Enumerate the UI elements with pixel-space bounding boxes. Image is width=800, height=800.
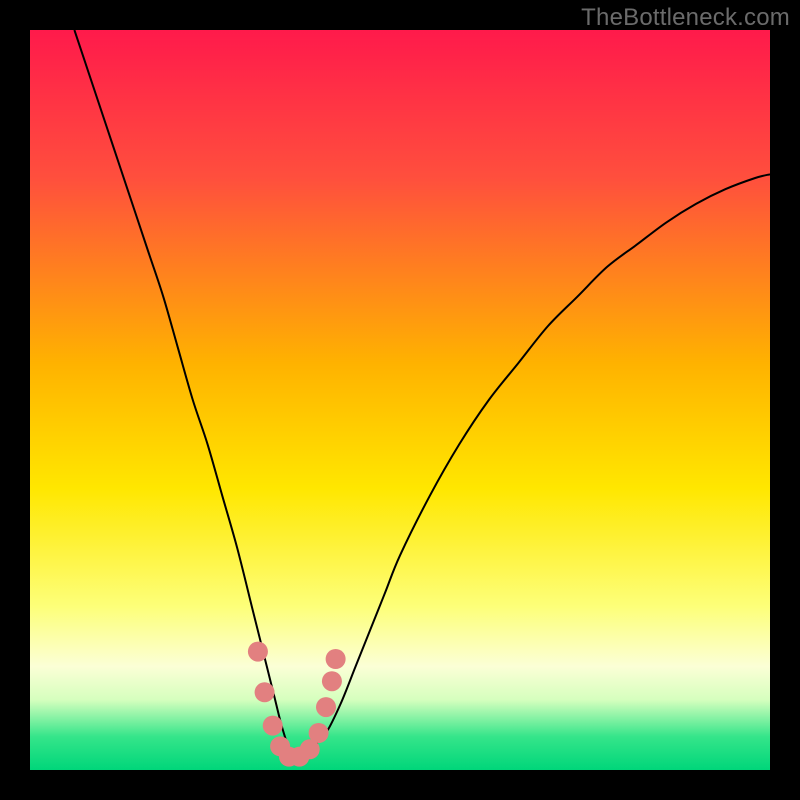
- chart-svg: [30, 30, 770, 770]
- highlight-dot: [263, 716, 283, 736]
- chart-plot-area: [30, 30, 770, 770]
- gradient-background: [30, 30, 770, 770]
- highlight-dot: [322, 671, 342, 691]
- highlight-dot: [248, 642, 268, 662]
- highlight-dot: [326, 649, 346, 669]
- chart-frame: TheBottleneck.com: [0, 0, 800, 800]
- watermark-text: TheBottleneck.com: [581, 4, 790, 32]
- highlight-dot: [255, 682, 275, 702]
- highlight-dot: [309, 723, 329, 743]
- highlight-dot: [316, 697, 336, 717]
